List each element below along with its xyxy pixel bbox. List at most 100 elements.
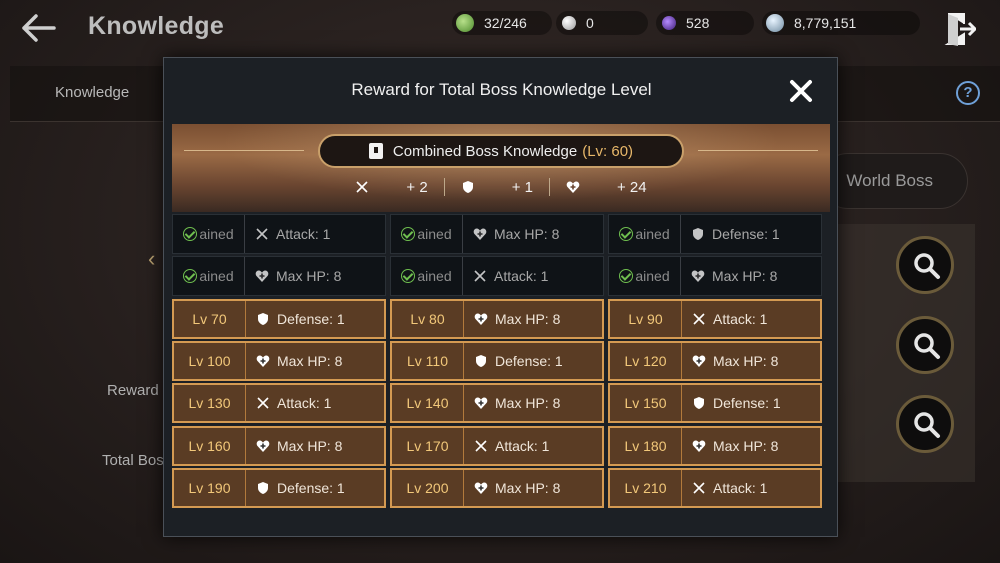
reward-stat: Attack: 1 (245, 226, 385, 242)
reward-level-text: Lv 190 (188, 479, 231, 496)
heart-plus-icon (473, 228, 487, 240)
reward-level: Lv 170 (392, 427, 464, 464)
divider (184, 150, 304, 151)
reward-stat-text: Max HP: 8 (495, 395, 561, 412)
crossed-swords-icon (475, 439, 487, 452)
silver-coin-icon (766, 14, 784, 32)
reward-stat-text: Max HP: 8 (277, 437, 343, 454)
tab-knowledge[interactable]: Knowledge (55, 84, 129, 101)
divider (443, 178, 445, 196)
reward-level-text: Lv 210 (624, 479, 667, 496)
reward-stat: Max HP: 8 (246, 353, 384, 369)
close-icon[interactable] (788, 78, 814, 104)
reward-cell: Lv 90 Attack: 1 (608, 298, 822, 339)
resource-purple-orb[interactable]: 528 (656, 11, 754, 35)
reward-stat: Max HP: 8 (246, 438, 384, 454)
reward-label: Reward (107, 382, 159, 399)
exit-icon[interactable] (944, 12, 977, 46)
reward-stat: Defense: 1 (681, 226, 821, 242)
reward-level: ained (391, 257, 463, 296)
shield-icon (693, 228, 703, 240)
reward-level: ained (609, 257, 681, 296)
reward-stat-text: Attack: 1 (713, 310, 768, 327)
reward-level: ained (609, 215, 681, 253)
magnifier-icon[interactable] (896, 236, 954, 294)
reward-level: Lv 90 (610, 300, 682, 337)
back-arrow-icon[interactable] (18, 12, 58, 44)
reward-cell: Lv 180 Max HP: 8 (608, 425, 822, 466)
resource-silver[interactable]: 8,779,151 (762, 11, 920, 35)
reward-level-text: Lv 70 (192, 310, 227, 327)
reward-level-text: Lv 80 (410, 310, 445, 327)
reward-stat: Max HP: 8 (464, 311, 602, 327)
help-icon[interactable]: ? (956, 81, 980, 105)
magnifier-icon[interactable] (896, 316, 954, 374)
crossed-swords-icon (474, 270, 486, 282)
reward-stat: Max HP: 8 (463, 226, 603, 242)
reward-stat: Attack: 1 (682, 480, 820, 496)
resource-value: 32/246 (484, 15, 527, 31)
stat-value: + 1 (511, 178, 533, 196)
reward-cell: Lv 170 Attack: 1 (390, 425, 604, 466)
reward-cell: ained Max HP: 8 (390, 214, 604, 254)
reward-level-text: Lv 180 (624, 437, 667, 454)
shield-icon (258, 312, 268, 325)
reward-stat-text: Max HP: 8 (713, 437, 779, 454)
reward-stat: Max HP: 8 (682, 438, 820, 454)
page-title: Knowledge (88, 12, 225, 40)
reward-stat: Attack: 1 (464, 438, 602, 454)
chevron-left-icon[interactable]: ‹ (148, 246, 155, 272)
reward-stat-text: Attack: 1 (494, 268, 549, 285)
crossed-swords-icon (256, 228, 268, 240)
reward-stat-text: Defense: 1 (495, 352, 563, 369)
heart-plus-icon (256, 439, 270, 452)
reward-level: Lv 210 (610, 469, 682, 506)
reward-stat-text: Defense: 1 (277, 310, 345, 327)
resource-pearl[interactable]: 0 (556, 11, 648, 35)
reward-level: Lv 130 (174, 385, 246, 422)
reward-level-text: ained (417, 268, 452, 285)
divider (698, 150, 818, 151)
heart-plus-icon (255, 270, 269, 283)
reward-level: Lv 190 (174, 469, 246, 506)
reward-level: ained (173, 215, 245, 253)
reward-stat-text: Attack: 1 (277, 395, 332, 412)
total-stats-row: + 2 + 1 + 24 (172, 178, 830, 196)
crossed-swords-icon (356, 181, 368, 193)
heart-plus-icon (692, 355, 706, 367)
check-icon (401, 227, 416, 241)
reward-stat: Max HP: 8 (464, 395, 602, 411)
magnifier-icon[interactable] (896, 395, 954, 453)
top-bar: Knowledge 32/246 0 528 8,779,151 (0, 0, 1000, 58)
modal-title: Reward for Total Boss Knowledge Level (351, 80, 652, 99)
world-boss-button[interactable]: World Boss (820, 153, 968, 209)
reward-stat-text: Max HP: 8 (277, 352, 343, 369)
shield-icon (694, 397, 704, 410)
shield-icon (476, 354, 486, 367)
reward-cell: ained Attack: 1 (172, 214, 386, 254)
reward-stat-text: Attack: 1 (495, 437, 550, 454)
reward-level: Lv 110 (392, 342, 464, 379)
reward-stat-text: Defense: 1 (713, 395, 781, 412)
heart-plus-icon (691, 270, 705, 283)
reward-level-text: Lv 160 (188, 437, 231, 454)
stat-defense: + 1 (461, 179, 533, 196)
reward-cell: Lv 140 Max HP: 8 (390, 383, 604, 424)
stat-value: + 24 (616, 178, 647, 196)
reward-level-text: ained (635, 226, 670, 242)
purple-orb-icon (662, 16, 676, 30)
reward-stat-text: Max HP: 8 (495, 310, 561, 327)
crossed-swords-icon (693, 313, 705, 325)
reward-level: ained (173, 257, 245, 296)
reward-cell: Lv 110 Defense: 1 (390, 340, 604, 381)
reward-stat-text: Max HP: 8 (494, 226, 560, 242)
heart-plus-icon (566, 181, 580, 193)
reward-stat-text: Max HP: 8 (495, 479, 561, 496)
crossed-swords-icon (257, 397, 269, 409)
heart-plus-icon (474, 397, 488, 410)
green-gem-icon (456, 14, 474, 32)
resource-knowledge-points[interactable]: 32/246 (452, 11, 552, 35)
combined-knowledge-label: Combined Boss Knowledge (392, 142, 578, 160)
reward-cell: Lv 210 Attack: 1 (608, 467, 822, 508)
book-icon (368, 143, 383, 159)
